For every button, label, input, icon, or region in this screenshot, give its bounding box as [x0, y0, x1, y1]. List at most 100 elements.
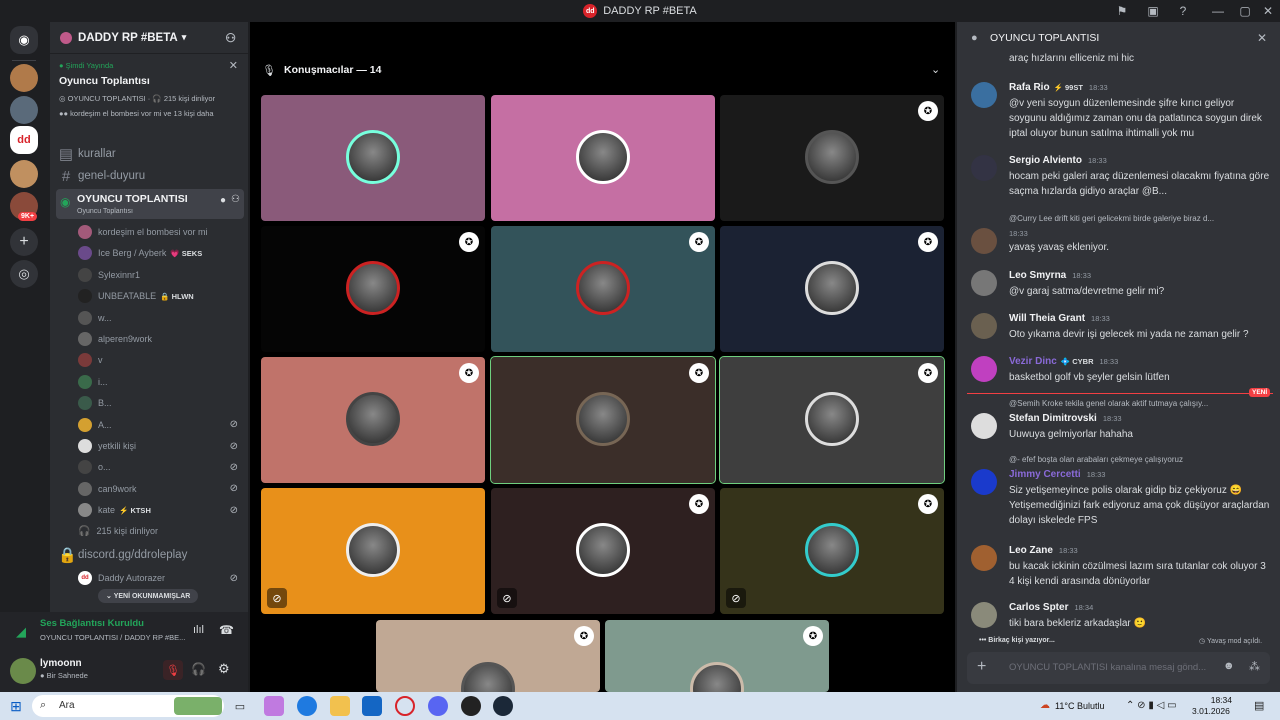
clock-date[interactable]: 3.01.2026 — [1192, 706, 1230, 716]
avatar[interactable] — [971, 82, 997, 108]
store-icon[interactable] — [362, 696, 382, 716]
minimize-button[interactable]: — — [1206, 0, 1230, 22]
speaker-tile[interactable]: ⊘ — [261, 488, 485, 614]
message-author[interactable]: Will Theia Grant 18:33 — [1009, 313, 1110, 324]
message-author[interactable]: Stefan Dimitrovski 18:33 — [1009, 413, 1122, 424]
avatar[interactable] — [971, 469, 997, 495]
speaker-tile[interactable]: ✪ — [719, 356, 945, 484]
close-icon[interactable]: ✕ — [1257, 31, 1267, 45]
close-icon[interactable]: ✕ — [229, 59, 238, 72]
edge-icon[interactable] — [297, 696, 317, 716]
tray-icons[interactable]: ⌃ ⊘ ▮ ◁ ▭ — [1126, 700, 1177, 711]
add-attachment-icon[interactable]: + — [977, 658, 986, 676]
message-author[interactable]: Rafa Rio ⚡ 99ST 18:33 — [1009, 82, 1108, 93]
message-author[interactable]: Vezir Dinc 💠 CYBR 18:33 — [1009, 356, 1118, 367]
noise-suppression-icon[interactable]: ılıl — [193, 624, 204, 636]
channel-discord-link[interactable]: 🔒 discord.gg/ddroleplay — [58, 545, 244, 565]
steam-icon[interactable] — [493, 696, 513, 716]
message-author[interactable]: Sergio Alviento 18:33 — [1009, 155, 1107, 166]
message-author[interactable]: Jimmy Cercetti 18:33 — [1009, 469, 1105, 480]
speaker-tile[interactable]: ✪ — [261, 357, 485, 483]
server-header[interactable]: DADDY RP #BETA ▾ ⚇ — [50, 22, 248, 54]
disconnect-icon[interactable]: ☎ — [219, 623, 234, 637]
discord-icon[interactable] — [428, 696, 448, 716]
avatar[interactable] — [971, 313, 997, 339]
avatar[interactable] — [971, 155, 997, 181]
notification-icon[interactable]: ▤ — [1254, 699, 1264, 712]
windows-start-icon[interactable]: ⊞ — [6, 696, 26, 716]
task-view-icon[interactable]: ▭ — [230, 696, 250, 716]
message-author[interactable]: Carlos Spter 18:34 — [1009, 602, 1093, 613]
file-explorer-icon[interactable] — [330, 696, 350, 716]
speaker-tile[interactable]: ✪ — [490, 356, 716, 484]
voice-user[interactable]: yetkili kişi ⊘ — [78, 436, 244, 456]
emoji-icon[interactable]: ☻ — [1223, 660, 1235, 672]
message-author[interactable]: Leo Zane 18:33 — [1009, 545, 1078, 556]
avatar[interactable] — [971, 545, 997, 571]
help-icon[interactable]: ? — [1171, 0, 1195, 22]
voice-user[interactable]: kate ⚡ KTSH ⊘ — [78, 500, 244, 520]
message-input[interactable]: OYUNCU TOPLANTISI kanalına mesaj gönd... — [1009, 662, 1206, 673]
speaker-tile[interactable]: ✪ — [261, 226, 485, 352]
speaker-tile[interactable] — [491, 95, 715, 221]
avatar[interactable] — [971, 270, 997, 296]
discord-home-icon[interactable]: ◉ — [10, 26, 38, 54]
active-stage-channel[interactable]: ◉ OYUNCU TOPLANTISI Oyuncu Toplantısı ● … — [56, 189, 244, 219]
reply-preview[interactable]: @Semih Kroke tekila genel olarak aktif t… — [1009, 399, 1259, 408]
speaker-tile[interactable]: ✪ ⊘ — [720, 488, 944, 614]
speaker-tile[interactable]: ✪ — [491, 226, 715, 352]
discover-icon[interactable]: ◎ — [10, 260, 38, 288]
screen-icon[interactable]: ▣ — [1141, 0, 1165, 22]
clock-time[interactable]: 18:34 — [1208, 695, 1232, 705]
speaker-tile[interactable]: ✪ — [376, 620, 600, 692]
add-user-icon[interactable]: ⚇ — [231, 194, 240, 205]
maximize-button[interactable]: ▢ — [1233, 0, 1257, 22]
voice-user[interactable]: v — [78, 350, 244, 370]
avatar[interactable] — [971, 356, 997, 382]
server-icon[interactable] — [10, 64, 38, 92]
voice-user[interactable]: UNBEATABLE 🔒 HLWN — [78, 286, 244, 306]
chevron-down-icon[interactable]: ⌄ — [931, 63, 940, 76]
reply-preview[interactable]: @Curry Lee drift kiti geri gelicekmi bir… — [1009, 214, 1259, 223]
message-input-box[interactable]: + OYUNCU TOPLANTISI kanalına mesaj gönd.… — [967, 652, 1270, 684]
voice-user[interactable]: alperen9work — [78, 329, 244, 349]
daddy-rp-server-icon[interactable]: dd — [10, 126, 38, 154]
voice-user[interactable]: Ice Berg / Ayberk 💗 SEKS — [78, 243, 244, 263]
speaker-tile[interactable]: ✪ ⊘ — [491, 488, 715, 614]
mic-muted-icon[interactable]: 🎙 — [163, 660, 183, 680]
voice-user[interactable]: B... — [78, 393, 244, 413]
voice-user[interactable]: w... — [78, 308, 244, 328]
avatar[interactable] — [971, 228, 997, 254]
voice-user[interactable]: o... ⊘ — [78, 457, 244, 477]
app-icon[interactable] — [461, 696, 481, 716]
weather-text[interactable]: 11°C Bulutlu — [1055, 701, 1104, 711]
signal-icon[interactable]: ◢ — [16, 624, 26, 640]
autorazer-row[interactable]: dd Daddy Autorazer ⊘ — [78, 568, 244, 588]
close-button[interactable]: ✕ — [1256, 0, 1280, 22]
speaker-tile[interactable] — [261, 95, 485, 221]
server-icon[interactable] — [10, 160, 38, 188]
unread-pill[interactable]: ⌄ YENİ OKUNMAMIŞLAR — [98, 589, 199, 603]
voice-user[interactable]: A... ⊘ — [78, 415, 244, 435]
voice-status-title[interactable]: Ses Bağlantısı Kuruldu — [40, 618, 144, 629]
speaker-tile[interactable]: ✪ — [605, 620, 829, 692]
channel-genel-duyuru[interactable]: # genel-duyuru — [58, 166, 244, 186]
inbox-icon[interactable]: ⚑ — [1110, 0, 1134, 22]
avatar[interactable] — [10, 658, 36, 684]
add-server-icon[interactable]: + — [10, 228, 38, 256]
speaker-tile[interactable]: ✪ — [720, 226, 944, 352]
apps-icon[interactable]: ⁂ — [1249, 660, 1260, 673]
avatar[interactable] — [971, 413, 997, 439]
taskbar-search[interactable]: ⌕ Ara — [32, 695, 224, 717]
copilot-icon[interactable] — [264, 696, 284, 716]
headphones-icon[interactable]: 🎧 — [191, 662, 206, 676]
message-author[interactable]: Leo Smyrna 18:33 — [1009, 270, 1091, 281]
voice-user[interactable]: Sylexinnr1 — [78, 265, 244, 285]
reply-preview[interactable]: @- efef boşta olan arabaları çekmeye çal… — [1009, 455, 1259, 464]
voice-user[interactable]: can9work ⊘ — [78, 479, 244, 499]
add-member-icon[interactable]: ⚇ — [225, 31, 236, 45]
channel-kurallar[interactable]: ▤ kurallar — [58, 144, 244, 164]
speaker-tile[interactable]: ✪ — [720, 95, 944, 221]
settings-gear-icon[interactable]: ⚙ — [218, 661, 230, 677]
voice-user[interactable]: i... — [78, 372, 244, 392]
